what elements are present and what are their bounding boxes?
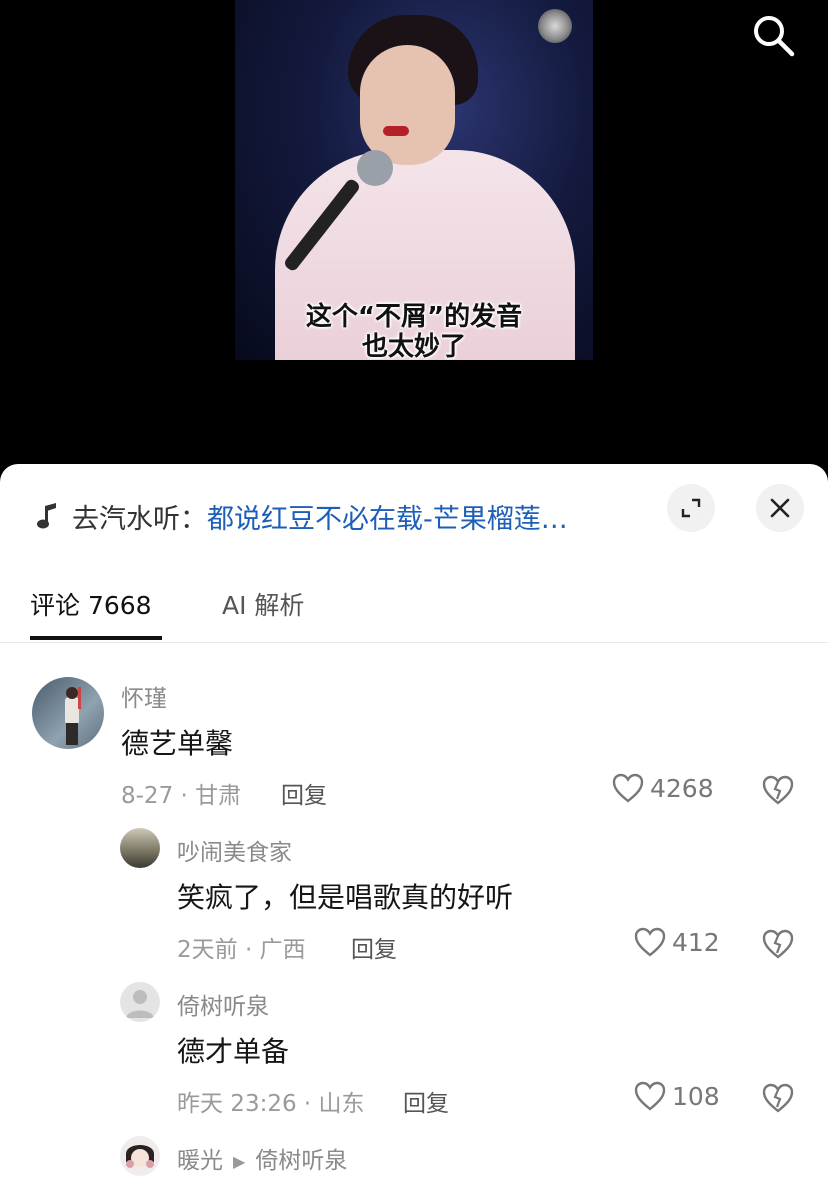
heart-icon: [634, 1081, 666, 1111]
comment-tabs: 评论 7668 AI 解析: [0, 564, 828, 643]
avatar[interactable]: [32, 677, 104, 749]
comment-username-text: 暖光: [177, 1148, 223, 1174]
comment-text: 笑疯了，但是唱歌真的好听: [177, 881, 514, 914]
comment-meta: 8-27 · 甘肃: [121, 783, 242, 809]
comment-text: 德艺单馨: [121, 727, 234, 760]
floating-dot[interactable]: [538, 9, 572, 43]
search-icon[interactable]: [750, 12, 796, 58]
music-song-title[interactable]: 都说红豆不必在载-芒果榴莲…: [207, 497, 568, 536]
avatar[interactable]: [120, 828, 160, 868]
comment-meta: 昨天 23:26 · 山东: [177, 1091, 365, 1117]
performer-face: [360, 45, 455, 165]
music-link[interactable]: 去汽水听： 都说红豆不必在载-芒果榴莲…: [36, 494, 636, 538]
comment-username[interactable]: 倚树听泉: [177, 987, 269, 1021]
expand-icon: [681, 498, 701, 518]
video-frame[interactable]: 这个“不屑”的发音 也太妙了: [235, 0, 593, 360]
like-button[interactable]: 108: [634, 1081, 720, 1111]
dislike-icon[interactable]: [762, 929, 794, 959]
reply-button[interactable]: 回复: [351, 930, 397, 964]
active-tab-indicator: [30, 636, 162, 640]
comment-sheet: 去汽水听： 都说红豆不必在载-芒果榴莲… 评论 7668 AI 解析 怀瑾 德艺: [0, 464, 828, 1177]
comment-text: 德才单备: [177, 1035, 290, 1068]
close-icon: [770, 498, 790, 518]
heart-icon: [612, 773, 644, 803]
video-subtitle-line2: 也太妙了: [361, 332, 466, 360]
like-button[interactable]: 412: [634, 927, 720, 957]
heart-icon: [634, 927, 666, 957]
reply-to-username[interactable]: 倚树听泉: [255, 1148, 347, 1174]
avatar[interactable]: [120, 1136, 160, 1176]
dislike-icon[interactable]: [762, 1083, 794, 1113]
like-count: 412: [672, 927, 720, 957]
comment-username[interactable]: 吵闹美食家: [177, 833, 292, 867]
comment-meta: 2天前 · 广西: [177, 937, 306, 963]
video-area[interactable]: 这个“不屑”的发音 也太妙了: [0, 0, 828, 480]
comment-username[interactable]: 怀瑾: [121, 679, 167, 713]
reply-button[interactable]: 回复: [403, 1084, 449, 1118]
like-count: 4268: [650, 773, 714, 803]
reply-arrow-icon: ▶: [233, 1152, 246, 1171]
avatar-figure-icon: [65, 687, 81, 745]
microphone-head: [357, 150, 393, 186]
tab-comments[interactable]: 评论 7668: [30, 586, 152, 622]
default-avatar-icon[interactable]: [120, 982, 160, 1022]
expand-button[interactable]: [667, 484, 715, 532]
comment-username[interactable]: 暖光 ▶ 倚树听泉: [177, 1141, 347, 1175]
reply-button[interactable]: 回复: [281, 776, 327, 810]
music-note-icon: [37, 503, 56, 529]
like-button[interactable]: 4268: [612, 773, 714, 803]
music-prefix: 去汽水听：: [72, 503, 207, 535]
dislike-icon[interactable]: [762, 775, 794, 805]
performer-lips: [383, 126, 409, 136]
tab-ai-analysis[interactable]: AI 解析: [222, 586, 304, 622]
like-count: 108: [672, 1081, 720, 1111]
close-button[interactable]: [756, 484, 804, 532]
